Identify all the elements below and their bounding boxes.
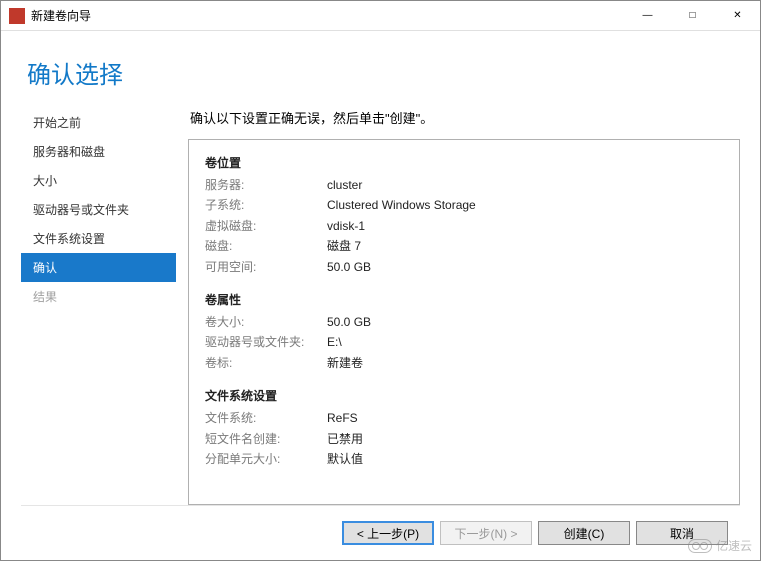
content-area: 确认选择 开始之前 服务器和磁盘 大小 驱动器号或文件夹 文件系统设置 确认 结… <box>1 31 760 560</box>
minimize-button[interactable]: — <box>625 1 670 30</box>
instruction-text: 确认以下设置正确无误，然后单击"创建"。 <box>190 108 740 127</box>
label-free-space: 可用空间: <box>205 257 327 277</box>
label-short-filename: 短文件名创建: <box>205 429 327 449</box>
main-panel: 确认以下设置正确无误，然后单击"创建"。 卷位置 服务器: cluster 子系… <box>188 108 740 505</box>
value-volume-label: 新建卷 <box>327 353 363 373</box>
step-drive-letter[interactable]: 驱动器号或文件夹 <box>21 195 176 224</box>
step-results: 结果 <box>21 282 176 311</box>
value-allocation-unit: 默认值 <box>327 449 363 469</box>
step-size[interactable]: 大小 <box>21 166 176 195</box>
label-disk: 磁盘: <box>205 236 327 256</box>
value-short-filename: 已禁用 <box>327 429 363 449</box>
summary-panel: 卷位置 服务器: cluster 子系统: Clustered Windows … <box>188 139 740 505</box>
close-button[interactable]: ✕ <box>715 1 760 30</box>
label-filesystem: 文件系统: <box>205 408 327 428</box>
label-server: 服务器: <box>205 175 327 195</box>
maximize-button[interactable]: □ <box>670 1 715 30</box>
label-allocation-unit: 分配单元大小: <box>205 449 327 469</box>
value-free-space: 50.0 GB <box>327 257 371 277</box>
step-before-begin[interactable]: 开始之前 <box>21 108 176 137</box>
label-volume-size: 卷大小: <box>205 312 327 332</box>
row-disk: 磁盘: 磁盘 7 <box>205 236 723 256</box>
value-virtual-disk: vdisk-1 <box>327 216 365 236</box>
window-controls: — □ ✕ <box>625 1 760 30</box>
value-filesystem: ReFS <box>327 408 358 428</box>
value-disk: 磁盘 7 <box>327 236 361 256</box>
next-button: 下一步(N) > <box>440 521 532 545</box>
previous-button[interactable]: < 上一步(P) <box>342 521 434 545</box>
section-title-properties: 卷属性 <box>205 291 723 308</box>
label-drive-letter: 驱动器号或文件夹: <box>205 332 327 352</box>
row-short-filename: 短文件名创建: 已禁用 <box>205 429 723 449</box>
row-volume-size: 卷大小: 50.0 GB <box>205 312 723 332</box>
row-filesystem: 文件系统: ReFS <box>205 408 723 428</box>
wizard-steps: 开始之前 服务器和磁盘 大小 驱动器号或文件夹 文件系统设置 确认 结果 <box>21 108 176 505</box>
step-confirmation[interactable]: 确认 <box>21 253 176 282</box>
button-bar: < 上一步(P) 下一步(N) > 创建(C) 取消 <box>21 505 740 560</box>
step-filesystem[interactable]: 文件系统设置 <box>21 224 176 253</box>
row-server: 服务器: cluster <box>205 175 723 195</box>
row-volume-label: 卷标: 新建卷 <box>205 353 723 373</box>
row-drive-letter: 驱动器号或文件夹: E:\ <box>205 332 723 352</box>
cancel-button[interactable]: 取消 <box>636 521 728 545</box>
row-subsystem: 子系统: Clustered Windows Storage <box>205 195 723 215</box>
create-button[interactable]: 创建(C) <box>538 521 630 545</box>
window-title: 新建卷向导 <box>31 7 625 24</box>
row-free-space: 可用空间: 50.0 GB <box>205 257 723 277</box>
app-icon <box>9 8 25 24</box>
row-allocation-unit: 分配单元大小: 默认值 <box>205 449 723 469</box>
value-server: cluster <box>327 175 362 195</box>
value-subsystem: Clustered Windows Storage <box>327 195 476 215</box>
label-volume-label: 卷标: <box>205 353 327 373</box>
label-virtual-disk: 虚拟磁盘: <box>205 216 327 236</box>
label-subsystem: 子系统: <box>205 195 327 215</box>
wizard-window: 新建卷向导 — □ ✕ 确认选择 开始之前 服务器和磁盘 大小 驱动器号或文件夹… <box>0 0 761 561</box>
row-virtual-disk: 虚拟磁盘: vdisk-1 <box>205 216 723 236</box>
value-drive-letter: E:\ <box>327 332 342 352</box>
step-server-and-disk[interactable]: 服务器和磁盘 <box>21 137 176 166</box>
titlebar: 新建卷向导 — □ ✕ <box>1 1 760 31</box>
columns: 开始之前 服务器和磁盘 大小 驱动器号或文件夹 文件系统设置 确认 结果 确认以… <box>21 108 740 505</box>
section-title-filesystem: 文件系统设置 <box>205 387 723 404</box>
value-volume-size: 50.0 GB <box>327 312 371 332</box>
page-title: 确认选择 <box>27 55 740 90</box>
section-title-location: 卷位置 <box>205 154 723 171</box>
